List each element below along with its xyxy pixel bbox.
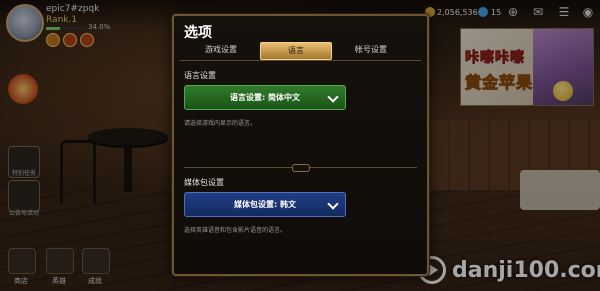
language-select-label: 语言设置: 简体中文 <box>230 93 300 102</box>
divider-ornament <box>292 164 310 172</box>
options-dialog: 选项 游戏设置 语言 帐号设置 语言设置 语言设置: 简体中文 请选择游戏内显示… <box>172 14 429 276</box>
chevron-down-icon <box>327 91 339 103</box>
language-section-label: 语言设置 <box>184 71 216 80</box>
tab-account-settings[interactable]: 帐号设置 <box>336 42 406 58</box>
media-hint: 选择英雄语音和包含影片语音的语言。 <box>184 227 287 234</box>
tabs-underline <box>180 60 421 61</box>
media-section-label: 媒体包设置 <box>184 178 224 187</box>
language-hint: 请选择游戏内显示的语言。 <box>184 120 257 127</box>
tab-language[interactable]: 语言 <box>260 42 332 60</box>
chevron-down-icon <box>327 198 339 210</box>
media-select-label: 媒体包设置: 韩文 <box>234 200 296 209</box>
language-select-button[interactable]: 语言设置: 简体中文 <box>184 85 346 110</box>
tab-bar: 游戏设置 语言 帐号设置 <box>180 40 421 60</box>
media-select-button[interactable]: 媒体包设置: 韩文 <box>184 192 346 217</box>
tab-game-settings[interactable]: 游戏设置 <box>186 42 256 58</box>
dialog-title: 选项 <box>184 25 212 41</box>
